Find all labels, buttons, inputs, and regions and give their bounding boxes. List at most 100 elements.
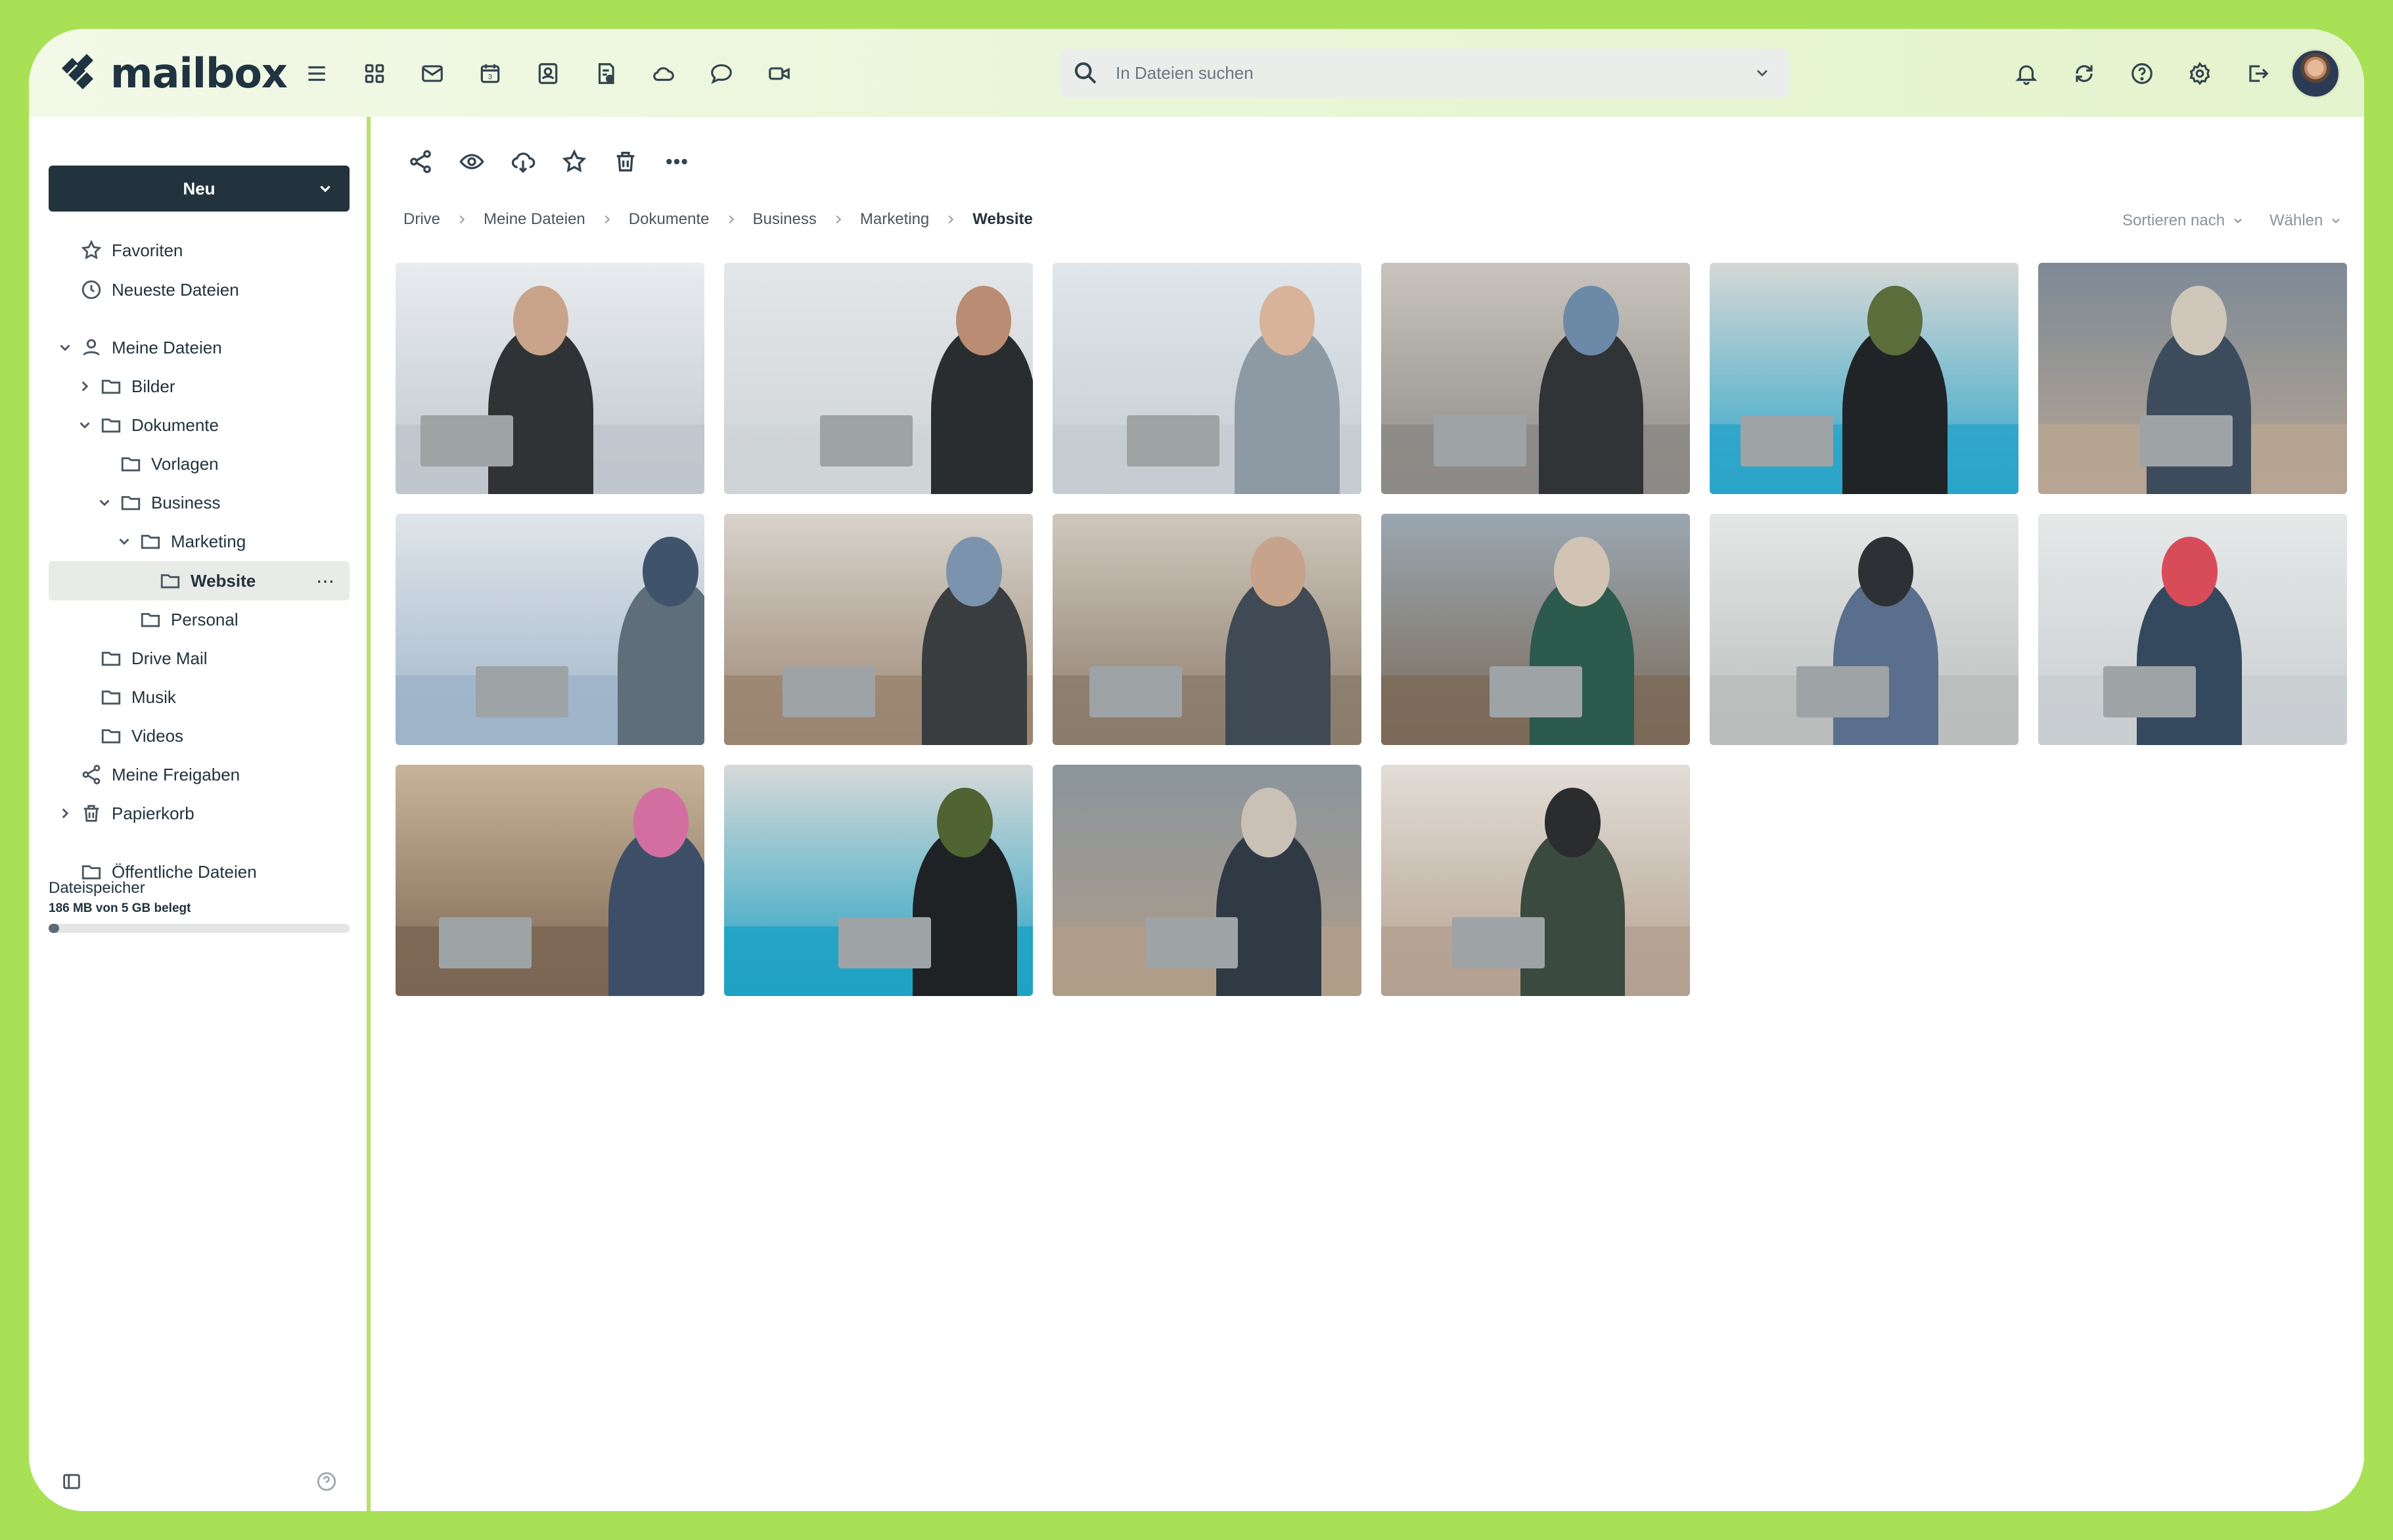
sidebar-item-label: Neueste Dateien (112, 279, 239, 300)
photo-thumbnail[interactable] (396, 263, 704, 494)
chat-icon[interactable] (703, 55, 740, 92)
chevron-down-icon[interactable] (76, 417, 93, 434)
photo-thumbnail[interactable] (1381, 263, 1690, 494)
photo-thumbnail[interactable] (1053, 765, 1361, 996)
photo-thumbnail[interactable] (2038, 263, 2347, 494)
photo-scene-laptop (783, 666, 876, 717)
photo-thumbnail[interactable] (1053, 514, 1361, 745)
photo-scene-laptop (1089, 666, 1183, 717)
chevron-down-icon (2234, 218, 2242, 223)
sidebar-item-meine-freigaben[interactable]: Meine Freigaben (80, 756, 240, 794)
sidebar-toggle-icon[interactable] (60, 1470, 83, 1493)
breadcrumb-item[interactable]: Business (753, 210, 817, 229)
photo-thumbnail[interactable] (1381, 514, 1690, 745)
logout-icon[interactable] (2239, 55, 2276, 92)
photo-scene-laptop (476, 666, 569, 717)
storage-progress-fill (49, 924, 60, 933)
menu-icon[interactable] (298, 55, 335, 92)
sidebar-item-personal[interactable]: Personal (139, 600, 239, 639)
download-cloud-icon[interactable] (506, 145, 540, 179)
chevron-down-icon[interactable] (96, 494, 113, 511)
sidebar-item-favoriten[interactable]: Favoriten (80, 231, 183, 269)
sidebar: Neu ⋯ Favoriten Neueste Dateien Meine Da… (29, 117, 371, 1511)
storage-label: Dateispeicher (49, 879, 145, 897)
photo-thumbnail[interactable] (396, 514, 704, 745)
cloud-icon[interactable] (645, 55, 682, 92)
photo-scene-laptop (1796, 666, 1889, 717)
breadcrumb-item[interactable]: Meine Dateien (484, 210, 585, 229)
sort-label: Sortieren nach (2122, 212, 2225, 229)
photo-thumbnail[interactable] (724, 263, 1033, 494)
chevron-right-icon (724, 212, 739, 227)
photo-thumbnail[interactable] (1053, 263, 1361, 494)
chevron-down-icon (2332, 218, 2340, 223)
user-icon (83, 339, 100, 356)
sidebar-item-meine-dateien[interactable]: Meine Dateien (57, 328, 222, 367)
sidebar-item-label: Meine Freigaben (112, 764, 240, 784)
sidebar-item-label: Videos (131, 725, 184, 746)
star-icon[interactable] (557, 145, 591, 179)
sidebar-item-bilder[interactable]: Bilder (76, 367, 175, 405)
photo-scene-head (643, 537, 698, 606)
photo-thumbnail[interactable] (396, 765, 704, 996)
photo-thumbnail[interactable] (2038, 514, 2347, 745)
photo-scene-head (1857, 537, 1914, 606)
sidebar-item-neueste-dateien[interactable]: Neueste Dateien (80, 271, 239, 309)
chevron-down-icon[interactable] (116, 533, 133, 550)
select-dropdown[interactable]: Wählen (2269, 208, 2342, 234)
photo-thumbnail[interactable] (1710, 514, 2018, 745)
trash-icon[interactable] (608, 145, 643, 179)
chevron-right-icon[interactable] (76, 378, 93, 395)
sidebar-item-vorlagen[interactable]: Vorlagen (120, 445, 219, 483)
search-input[interactable] (1116, 62, 1746, 83)
video-icon[interactable] (761, 55, 798, 92)
breadcrumb-item[interactable]: Dokumente (629, 210, 710, 229)
sidebar-item-drive-mail[interactable]: Drive Mail (100, 639, 208, 677)
photo-scene-head (2162, 537, 2218, 606)
sidebar-item-musik[interactable]: Musik (100, 678, 176, 716)
folder-icon (121, 457, 141, 472)
breadcrumb-item[interactable]: Marketing (860, 210, 929, 229)
photo-scene-head (1867, 286, 1923, 355)
apps-grid-icon[interactable] (356, 55, 393, 92)
sidebar-item-label: Business (151, 492, 221, 512)
sync-icon[interactable] (2066, 55, 2103, 92)
photo-thumbnail[interactable] (724, 765, 1033, 996)
share-icon[interactable] (403, 145, 438, 179)
more-icon[interactable] (660, 145, 694, 179)
chevron-down-icon[interactable] (1753, 64, 1771, 82)
gear-icon[interactable] (2181, 55, 2218, 92)
contacts-icon[interactable] (530, 55, 566, 92)
preview-eye-icon[interactable] (455, 145, 489, 179)
storage-value: 186 MB von 5 GB belegt (49, 901, 191, 915)
calendar-icon[interactable]: 3 (472, 55, 509, 92)
more-options-icon[interactable]: ⋯ (316, 570, 335, 592)
chevron-right-icon (944, 212, 958, 227)
help-icon[interactable] (2124, 55, 2160, 92)
app-logo[interactable]: mailbox (53, 43, 288, 102)
help-icon[interactable] (315, 1470, 338, 1493)
sidebar-item-business[interactable]: Business (96, 484, 221, 522)
photo-scene-head (1545, 788, 1601, 857)
sidebar-item-website[interactable]: Website (159, 562, 256, 600)
photo-thumbnail[interactable] (1710, 263, 2018, 494)
chevron-down-icon[interactable] (57, 339, 74, 356)
sidebar-item-papierkorb[interactable]: Papierkorb (57, 794, 194, 832)
mail-icon[interactable] (414, 55, 451, 92)
folder-icon (101, 691, 121, 705)
tasks-icon[interactable] (587, 55, 624, 92)
photo-thumbnail[interactable] (724, 514, 1033, 745)
photo-thumbnail[interactable] (1381, 765, 1690, 996)
sort-dropdown[interactable]: Sortieren nach (2122, 208, 2245, 234)
folder-icon (141, 613, 160, 627)
photo-scene-table (1381, 424, 1690, 494)
new-button[interactable]: Neu (49, 166, 350, 212)
sidebar-item-videos[interactable]: Videos (100, 717, 183, 755)
breadcrumb-item[interactable]: Drive (403, 210, 440, 229)
avatar[interactable] (2290, 49, 2340, 99)
search-bar[interactable] (1060, 49, 1790, 97)
sidebar-item-dokumente[interactable]: Dokumente (76, 406, 219, 444)
chevron-right-icon[interactable] (57, 805, 74, 822)
bell-icon[interactable] (2008, 55, 2045, 92)
sidebar-item-marketing[interactable]: Marketing (116, 522, 246, 560)
